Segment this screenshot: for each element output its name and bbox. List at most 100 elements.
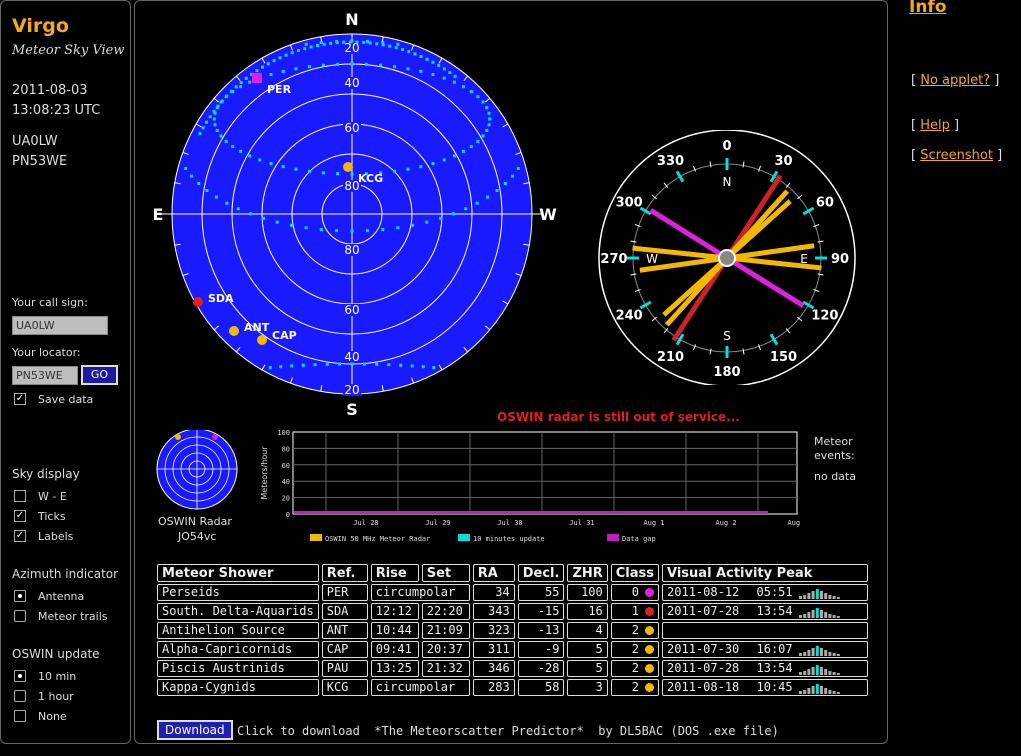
chart-data-gap-bar — [294, 511, 768, 514]
download-button[interactable]: Download — [157, 720, 233, 740]
oswin-status: OSWIN radar is still out of service... — [497, 410, 740, 424]
peak-time: 13:54 — [749, 604, 793, 618]
radiant-track-dot — [469, 145, 473, 148]
radiant-track-dot — [281, 165, 285, 169]
radiant-track-dot — [239, 85, 243, 89]
chart-x-tick: Jul 31 — [569, 519, 594, 527]
cell-decl: -13 — [517, 622, 565, 639]
direction-n: N — [345, 10, 358, 29]
meteor-trails-radio[interactable] — [14, 610, 26, 622]
antenna-radio[interactable] — [14, 590, 26, 602]
save-data-checkbox[interactable]: ✓ — [14, 393, 26, 405]
elevation-label: 40 — [344, 350, 359, 364]
radiant-track-dot — [224, 139, 228, 143]
class-dot — [645, 607, 655, 616]
radiant-track-dot — [461, 149, 465, 153]
cell-decl: 55 — [517, 584, 565, 601]
radiant-track-dot — [375, 362, 379, 366]
radiant-track-dot — [219, 134, 223, 138]
cell-shower-name: Antihelion Source — [157, 622, 319, 639]
radiant-track-dot — [481, 100, 485, 104]
radiant-track-dot — [365, 39, 369, 43]
direction-s: S — [346, 400, 358, 419]
radiant-track-dot — [481, 134, 485, 138]
radiant-track-dot — [212, 117, 216, 121]
go-button[interactable]: GO — [81, 365, 118, 385]
cell-decl: -9 — [517, 641, 565, 658]
cell-peak: 2011-07-30 16:07 — [662, 641, 869, 658]
radiant-track-dot — [399, 363, 403, 367]
compass-inner-s: S — [723, 329, 731, 343]
cell-rise: circumpolar — [370, 584, 470, 601]
cell-ra: 346 — [472, 660, 515, 677]
radiant-track-dot — [272, 59, 276, 63]
radiant-track-dot — [365, 229, 369, 233]
radiant-track-dot — [364, 62, 368, 66]
no-applet-link[interactable]: No applet? — [920, 73, 990, 88]
compass-degree-label: 270 — [600, 252, 627, 267]
peak-date: 2011-07-28 — [667, 661, 740, 675]
radiant-track-dot — [236, 207, 240, 211]
radiant-track-dot — [406, 67, 410, 71]
chart-x-tick: Jul 28 — [353, 519, 378, 527]
date: 2011-08-03 — [12, 83, 88, 98]
radiant-track-dot — [461, 85, 465, 89]
locator-input[interactable] — [12, 366, 78, 385]
screenshot-link[interactable]: Screenshot — [920, 148, 993, 163]
radiant-track-dot — [296, 49, 300, 53]
update-10min-radio[interactable] — [14, 670, 26, 682]
elevation-label: 60 — [344, 303, 359, 317]
chart-legend-label: OSWIN 50 MHz Meteor Radar — [325, 535, 430, 543]
update-1hour-radio[interactable] — [14, 690, 26, 702]
chart-y-tick: 20 — [282, 495, 290, 503]
radiant-track-dot — [269, 161, 273, 165]
cell-peak: 2011-08-18 10:45 — [662, 679, 869, 696]
chart-frame — [292, 431, 798, 515]
radiant-track-dot — [278, 56, 282, 60]
col-ra: RA — [472, 564, 515, 582]
ticks-checkbox[interactable]: ✓ — [14, 510, 26, 522]
compass-degree-label: 210 — [657, 350, 684, 365]
radiant-track-dot — [319, 40, 323, 44]
cell-ref: SDA — [321, 603, 368, 620]
radiant-track-dot — [431, 73, 435, 77]
help-link[interactable]: Help — [920, 118, 950, 133]
cell-zhr: 16 — [567, 603, 608, 620]
cell-shower-name: Kappa-Cygnids — [157, 679, 319, 696]
radiant-track-dot — [234, 85, 238, 89]
mini-radar-dot — [175, 434, 181, 440]
radiant-track-dot — [362, 362, 366, 366]
radiant-track-dot — [350, 229, 354, 233]
radiant-track-dot — [239, 149, 243, 153]
radiant-track-dot — [485, 106, 489, 110]
info-link[interactable]: Info — [909, 0, 947, 17]
oswin-radar-label: OSWIN Radar — [158, 515, 232, 528]
peak-date: 2011-08-18 — [667, 680, 740, 694]
chart-y-label: Meteors/hour — [260, 446, 269, 500]
table-row: Alpha-Capricornids CAP 09:41 20:37 311 -9 5 2 20… — [157, 641, 869, 658]
class-dot — [645, 588, 655, 597]
chart-x-tick: Aug 2 — [715, 519, 736, 527]
radiant-track-dot — [413, 52, 417, 56]
w-e-label: W - E — [38, 490, 67, 503]
class-dot — [645, 664, 655, 673]
oswin-update-label: OSWIN update — [12, 647, 100, 661]
cell-class: 2 — [610, 641, 660, 658]
radiant-track-dot — [307, 65, 311, 69]
app-name: Virgo — [12, 15, 69, 37]
radiant-track-dot — [197, 182, 201, 185]
col-meteor-shower: Meteor Shower — [157, 564, 319, 582]
radiant-track-dot — [336, 172, 340, 176]
labels-checkbox[interactable]: ✓ — [14, 530, 26, 542]
sky-map[interactable]: 2040608080604020NSE WPERKCGSDAANTCAP — [140, 5, 560, 420]
w-e-checkbox[interactable] — [14, 490, 26, 502]
compass-degree-label: 0 — [722, 139, 731, 154]
radiant-track-dot — [321, 63, 325, 67]
call-sign-input[interactable] — [12, 316, 108, 335]
azimuth-indicator-label: Azimuth indicator — [12, 567, 119, 581]
cell-shower-name: Piscis Austrinids — [157, 660, 319, 677]
update-none-radio[interactable] — [14, 710, 26, 722]
help-item: [ Help ] — [911, 118, 960, 133]
cell-zhr: 5 — [567, 660, 608, 677]
class-value: 0 — [631, 585, 640, 599]
